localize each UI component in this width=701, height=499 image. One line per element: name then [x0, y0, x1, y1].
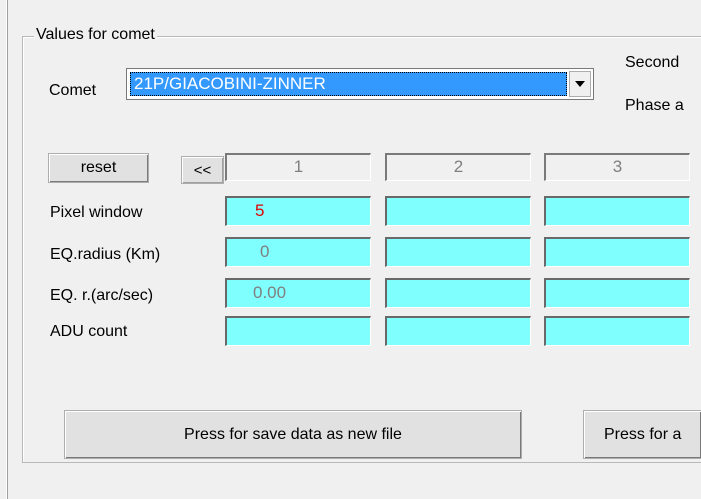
eq-arcsec-field-2[interactable] [385, 278, 531, 308]
previous-columns-button[interactable]: << [181, 156, 224, 184]
adu-count-field-2[interactable] [385, 316, 531, 346]
column-header-1: 1 [225, 153, 371, 181]
pixel-window-value: 5 [255, 201, 265, 220]
eq-radius-field-3[interactable] [544, 237, 690, 267]
eq-radius-field-1[interactable]: 0 [225, 237, 371, 267]
window-left-edge [0, 0, 8, 499]
eq-arcsec-field-1[interactable]: 0.00 [225, 278, 371, 308]
comet-dropdown-button[interactable] [569, 71, 591, 97]
save-append-button[interactable]: Press for a [583, 410, 701, 459]
row-label-pixel-window: Pixel window [50, 204, 143, 221]
chevron-down-icon [575, 81, 585, 87]
eq-radius-field-2[interactable] [385, 237, 531, 267]
groupbox-title: Values for comet [34, 25, 157, 45]
comet-select[interactable]: 21P/GIACOBINI-ZINNER [126, 68, 594, 100]
pixel-window-field-2[interactable] [385, 196, 531, 226]
column-header-3: 3 [544, 153, 690, 181]
row-label-eq-radius: EQ.radius (Km) [50, 246, 161, 263]
eq-arcsec-value: 0.00 [253, 283, 287, 302]
eq-radius-value: 0 [260, 242, 270, 261]
column-header-2: 2 [385, 153, 531, 181]
row-label-eq-arcsec: EQ. r.(arc/sec) [50, 287, 154, 304]
reset-button[interactable]: reset [48, 153, 149, 183]
adu-count-field-3[interactable] [544, 316, 690, 346]
phase-angle-label: Phase a [625, 97, 684, 114]
second-label: Second [625, 54, 680, 71]
row-label-adu-count: ADU count [50, 323, 128, 340]
comet-label: Comet [49, 82, 97, 99]
save-new-file-button[interactable]: Press for save data as new file [64, 410, 522, 459]
eq-arcsec-field-3[interactable] [544, 278, 690, 308]
comet-selected-value[interactable]: 21P/GIACOBINI-ZINNER [130, 72, 567, 96]
adu-count-field-1[interactable] [225, 316, 371, 346]
pixel-window-field-1[interactable]: 5 [225, 196, 371, 226]
pixel-window-field-3[interactable] [544, 196, 690, 226]
comet-values-window: Values for comet Comet 21P/GIACOBINI-ZIN… [0, 0, 701, 499]
